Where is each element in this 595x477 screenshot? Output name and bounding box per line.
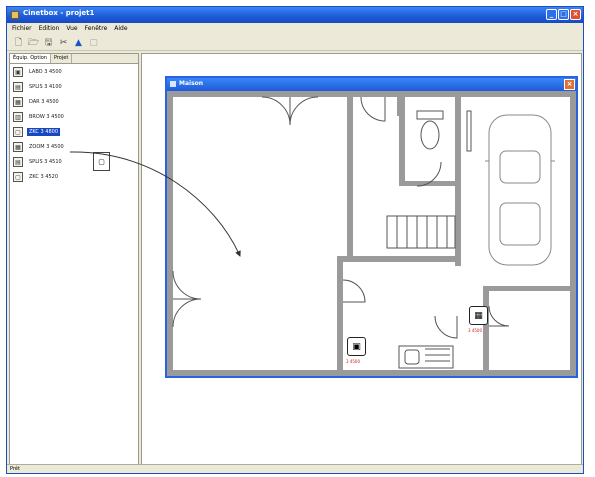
device-item[interactable]: ▦ DAR 3 4500 xyxy=(13,96,138,108)
floorplan-title: Maison xyxy=(179,80,204,87)
status-text: Prêt xyxy=(10,466,20,472)
device-icon: ▢ xyxy=(13,127,23,137)
menu-fichier[interactable]: Fichier xyxy=(12,25,32,32)
menu-vue[interactable]: Vue xyxy=(66,25,77,32)
menu-bar: Fichier Edition Vue Fenêtre Aide xyxy=(7,23,583,34)
tab-projet[interactable]: Projet xyxy=(51,54,73,63)
open-folder-icon[interactable]: 🗁 xyxy=(28,37,39,48)
device-item-selected[interactable]: ▢ ZKC 3 4800 xyxy=(13,126,138,138)
device-label: ZKC 3 4520 xyxy=(29,174,59,180)
menu-aide[interactable]: Aide xyxy=(114,25,127,32)
device-panel: Équip. Option Projet ▣ LABO 3 4500 ▤ SPLIS… xyxy=(9,53,139,465)
device-icon: ▤ xyxy=(13,82,23,92)
floor-plan[interactable] xyxy=(167,91,576,376)
device-icon: ▤ xyxy=(13,157,23,167)
disabled-tool-icon: ▢ xyxy=(89,37,98,48)
minimize-button[interactable]: _ xyxy=(546,9,557,20)
floor-device-label: 3 4500 xyxy=(346,359,360,364)
device-item[interactable]: ▤ SPLIS 3 4100 xyxy=(13,81,138,93)
device-item[interactable]: ▢ ZKC 3 4520 xyxy=(13,171,138,183)
device-icon: ▣ xyxy=(352,341,361,352)
device-label: ZKC 3 4800 xyxy=(27,128,61,136)
device-icon: ▥ xyxy=(13,112,23,122)
title-bar[interactable]: Cinetbox - projet1 _ □ × xyxy=(7,7,583,23)
tab-equip-option[interactable]: Équip. Option xyxy=(10,54,51,63)
device-label: LABO 3 4500 xyxy=(29,69,62,75)
floorplan-window[interactable]: Maison × ▣ 3 4500 ▦ 3 4500 xyxy=(165,76,578,378)
device-item[interactable]: ▥ BROW 3 4500 xyxy=(13,111,138,123)
menu-fenetre[interactable]: Fenêtre xyxy=(85,25,108,32)
device-label: ZOOM 3 4500 xyxy=(29,144,64,150)
drag-ghost-icon: ▢ xyxy=(93,152,110,171)
window-title: Cinetbox - projet1 xyxy=(23,9,95,17)
new-file-icon[interactable]: 🗋 xyxy=(13,37,24,48)
device-label: BROW 3 4500 xyxy=(29,114,64,120)
device-label: SPLIS 3 4100 xyxy=(29,84,62,90)
floorplan-close-button[interactable]: × xyxy=(564,79,575,90)
device-icon: ▦ xyxy=(13,142,23,152)
floor-device-1[interactable]: ▦ 3 4500 xyxy=(468,306,488,333)
device-icon: ▢ xyxy=(13,172,23,182)
floorplan-title-bar[interactable]: Maison × xyxy=(167,78,576,91)
menu-edition[interactable]: Edition xyxy=(39,25,60,32)
device-icon: ▣ xyxy=(13,67,23,77)
floor-device-2[interactable]: ▣ 3 4500 xyxy=(346,337,366,364)
maximize-button[interactable]: □ xyxy=(558,9,569,20)
window-icon xyxy=(170,81,176,87)
device-label: DAR 3 4500 xyxy=(29,99,59,105)
device-icon: ▦ xyxy=(13,97,23,107)
device-icon: ▦ xyxy=(474,310,483,321)
device-item[interactable]: ▣ LABO 3 4500 xyxy=(13,66,138,78)
device-item[interactable]: ▤ SPLIS 3 4510 xyxy=(13,156,138,168)
close-button[interactable]: × xyxy=(570,9,581,20)
up-arrow-icon[interactable]: ▲ xyxy=(73,37,84,48)
save-icon[interactable]: 🖫 xyxy=(43,37,54,48)
cut-icon[interactable]: ✂ xyxy=(58,37,69,48)
floor-device-label: 3 4500 xyxy=(468,328,482,333)
status-bar: Prêt xyxy=(7,464,583,473)
toolbar: 🗋 🗁 🖫 ✂ ▲ ▢ xyxy=(7,35,583,51)
device-label: SPLIS 3 4510 xyxy=(29,159,62,165)
device-item[interactable]: ▦ ZOOM 3 4500 xyxy=(13,141,138,153)
device-list: ▣ LABO 3 4500 ▤ SPLIS 3 4100 ▦ DAR 3 4500 ▥… xyxy=(10,64,138,183)
app-icon xyxy=(11,11,19,19)
